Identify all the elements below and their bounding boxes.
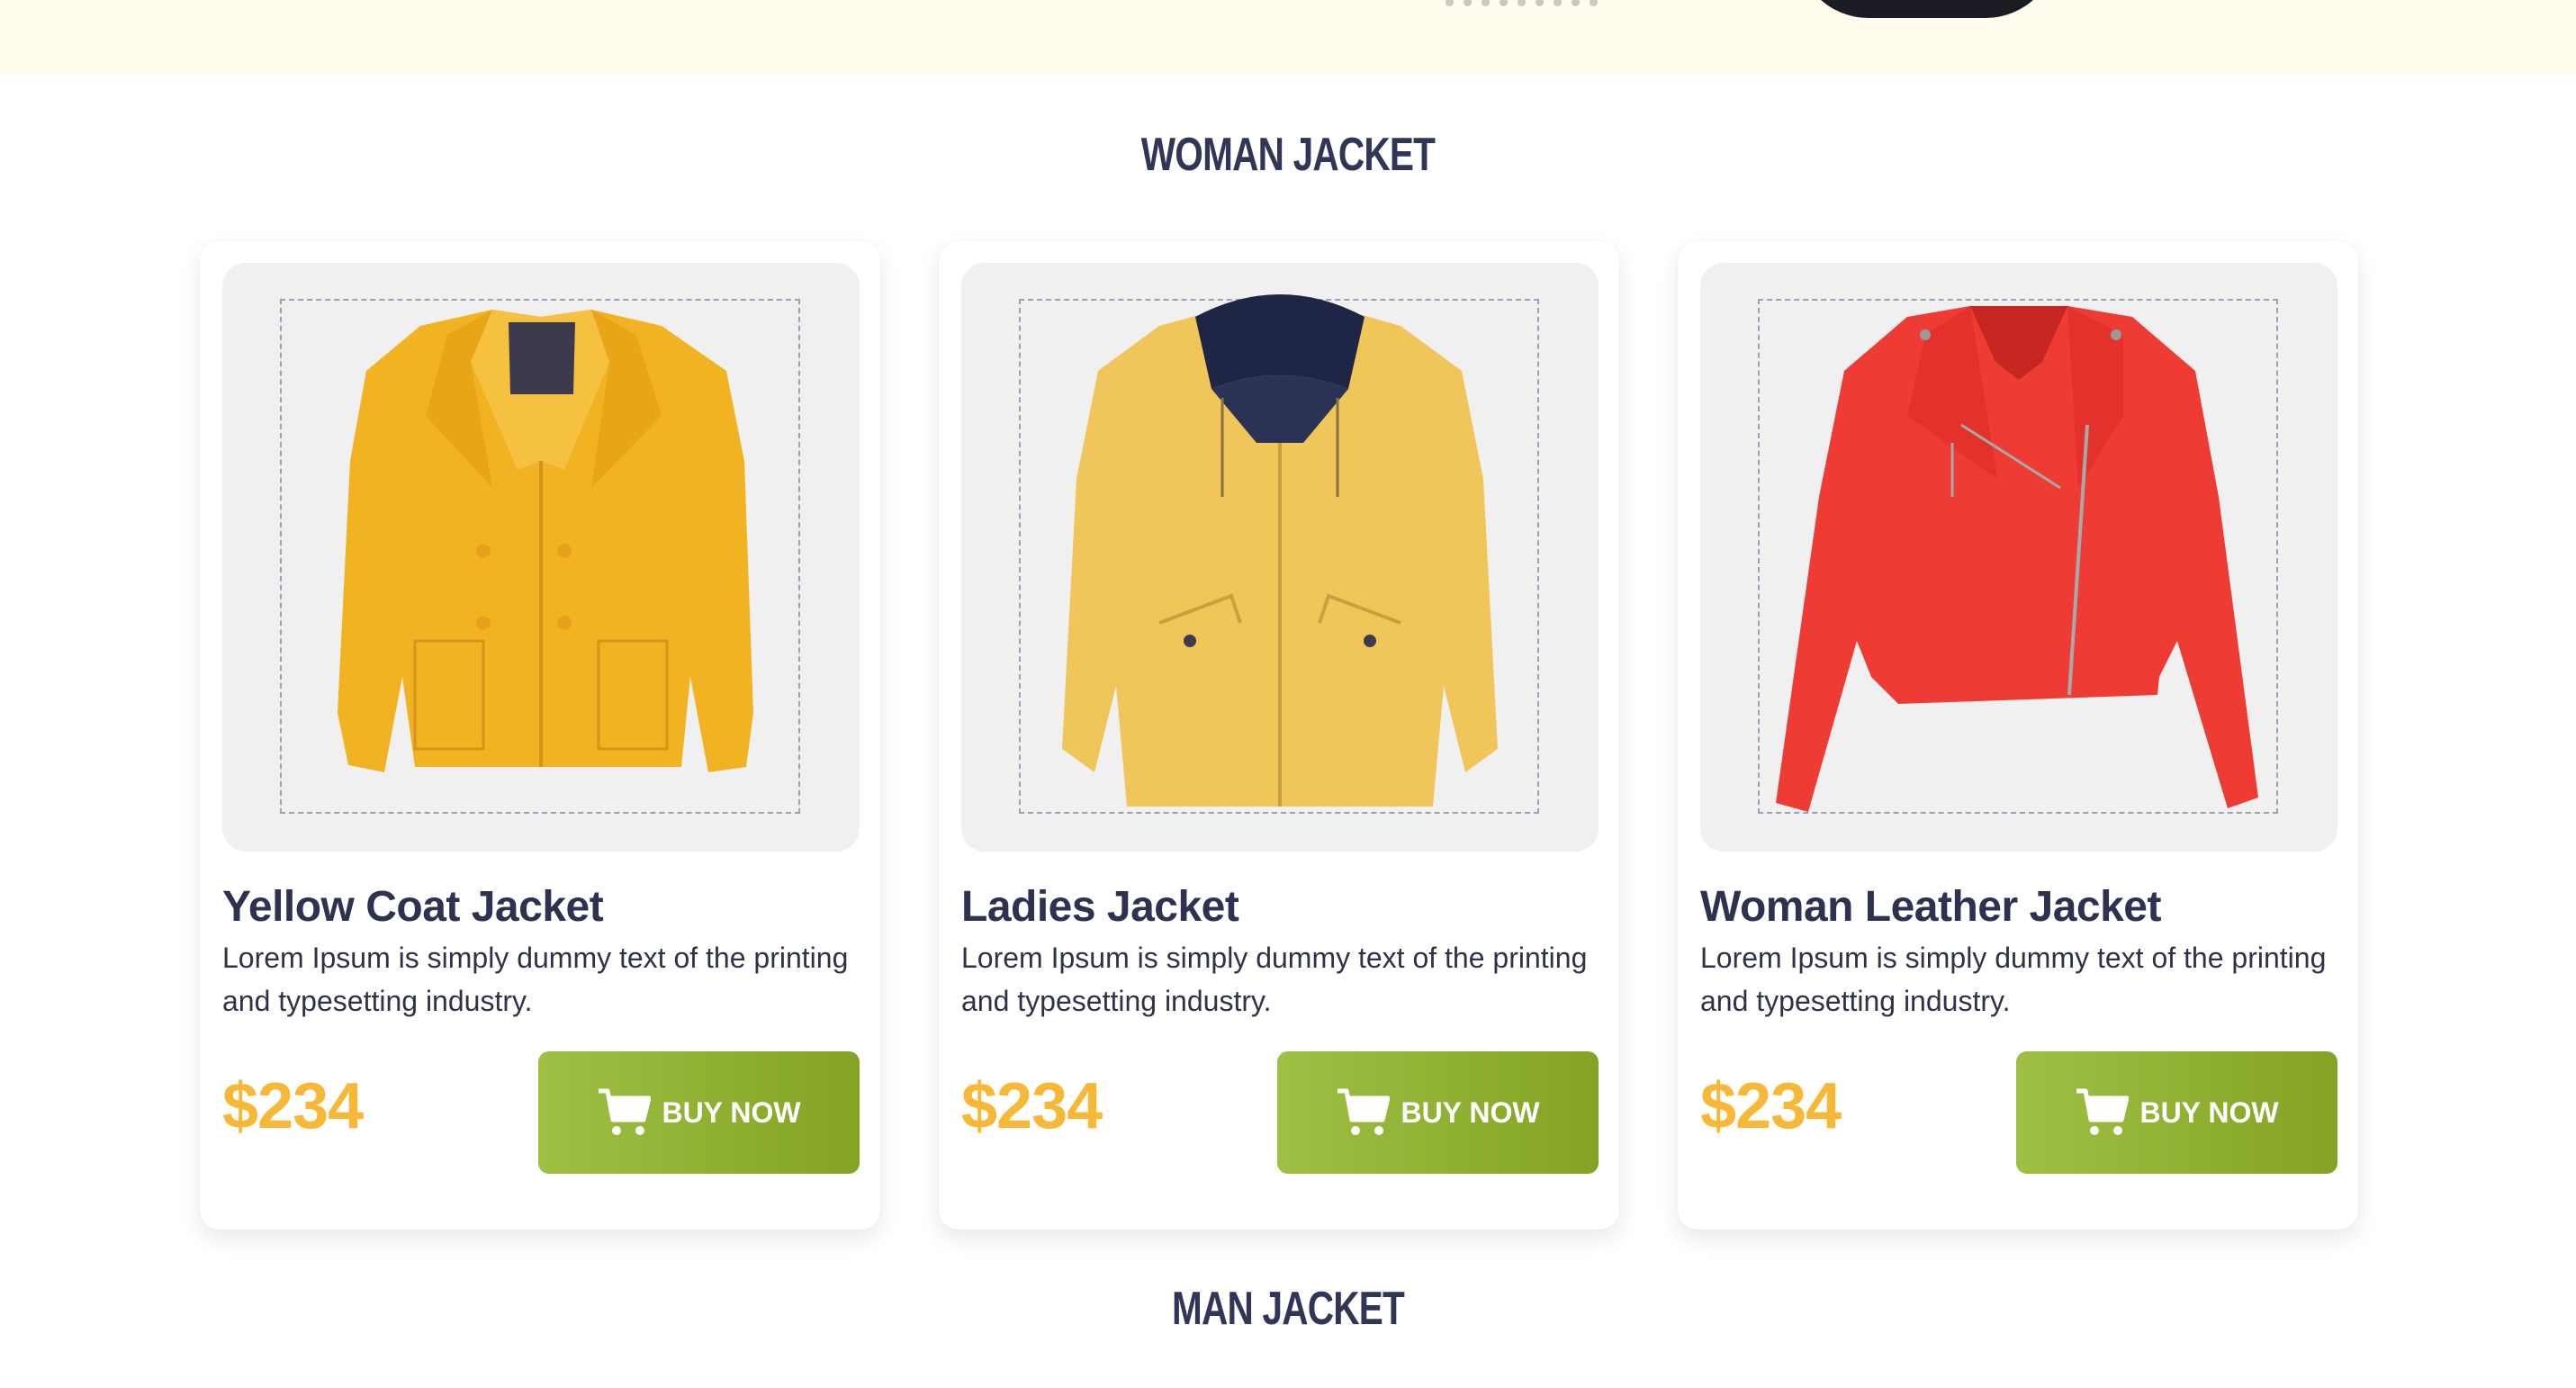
woman-leather-jacket-image[interactable]	[1700, 263, 2337, 852]
product-description: Lorem Ipsum is simply dummy text of the …	[1700, 942, 2327, 1017]
slider-dots[interactable]	[1446, 0, 1728, 6]
cart-icon	[1338, 1088, 1391, 1135]
buy-now-button[interactable]: BUY NOW	[538, 1051, 860, 1174]
woman-jacket-heading: WOMAN JACKET	[1140, 129, 1436, 181]
buy-now-label: BUY NOW	[662, 1095, 801, 1129]
product-price: $234	[1700, 1070, 1842, 1142]
ladies-jacket-image[interactable]	[961, 263, 1599, 852]
product-image-frame	[961, 263, 1599, 852]
yellow-coat-jacket-image[interactable]	[222, 263, 860, 852]
product-title[interactable]: Woman Leather Jacket	[1700, 882, 2161, 932]
buy-now-label: BUY NOW	[2139, 1095, 2279, 1129]
product-card-woman-leather: Woman Leather Jacket Lorem Ipsum is simp…	[1678, 241, 2358, 1230]
product-title[interactable]: Ladies Jacket	[961, 882, 1239, 932]
product-title[interactable]: Yellow Coat Jacket	[222, 882, 604, 932]
product-price: $234	[222, 1070, 364, 1142]
product-card-ladies-jacket: Ladies Jacket Lorem Ipsum is simply dumm…	[939, 241, 1619, 1230]
product-price: $234	[961, 1070, 1103, 1142]
cart-icon	[2076, 1088, 2130, 1135]
hero-image-edge	[1797, 0, 2058, 18]
buy-now-button[interactable]: BUY NOW	[1277, 1051, 1599, 1174]
buy-now-button[interactable]: BUY NOW	[2016, 1051, 2337, 1174]
product-image-frame	[1700, 263, 2337, 852]
hero-banner-strip	[0, 0, 2576, 74]
product-description: Lorem Ipsum is simply dummy text of the …	[961, 942, 1588, 1017]
product-description: Lorem Ipsum is simply dummy text of the …	[222, 942, 849, 1017]
buy-now-label: BUY NOW	[1401, 1095, 1540, 1129]
product-card-yellow-coat: Yellow Coat Jacket Lorem Ipsum is simply…	[200, 241, 880, 1230]
product-image-frame	[222, 263, 860, 852]
cart-icon	[599, 1088, 652, 1135]
man-jacket-heading: MAN JACKET	[1171, 1283, 1405, 1335]
